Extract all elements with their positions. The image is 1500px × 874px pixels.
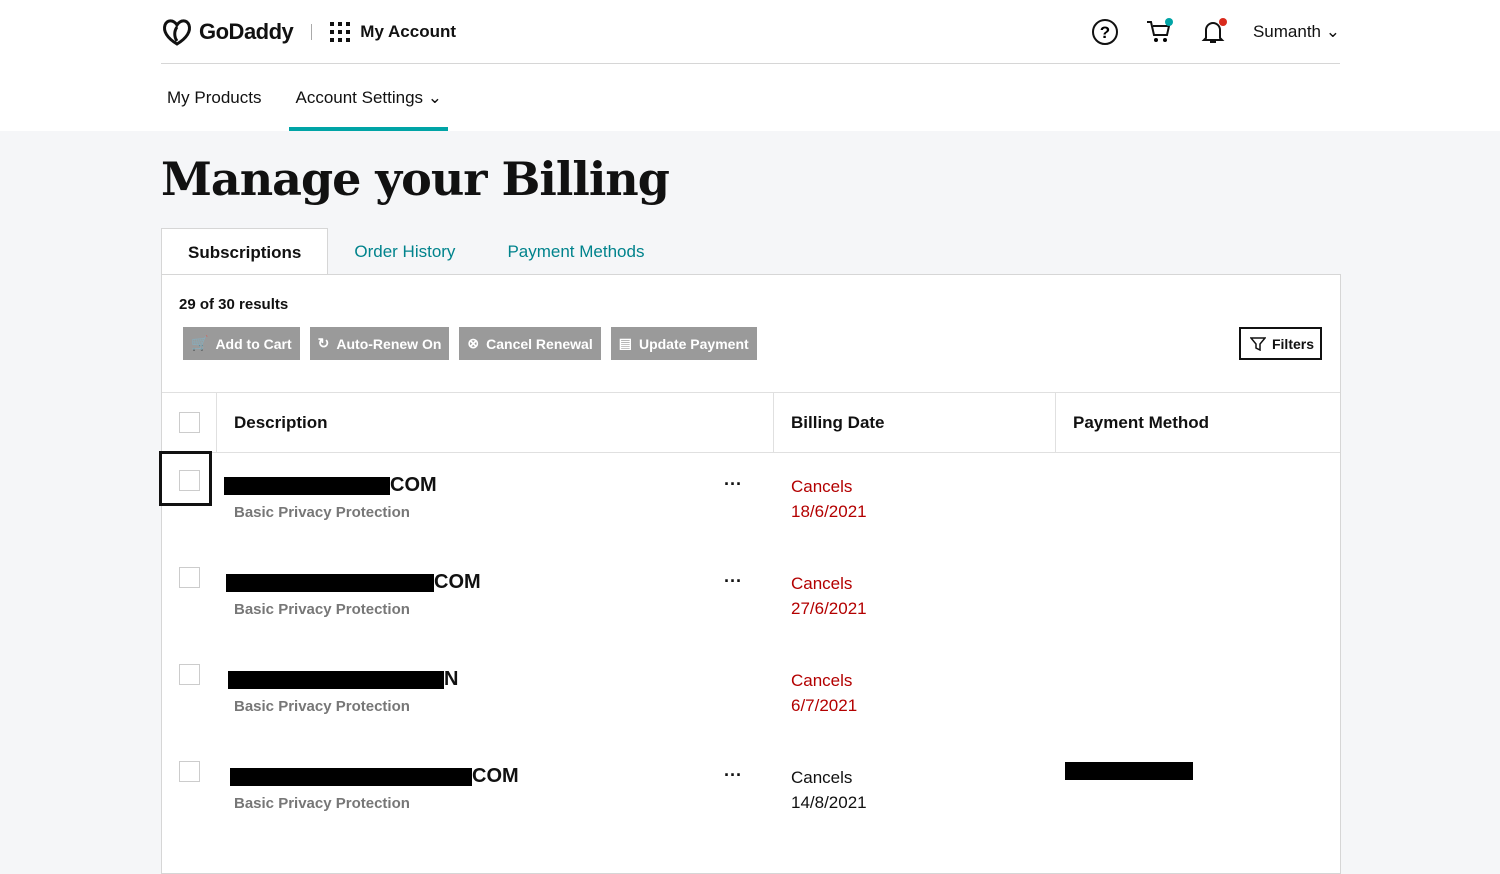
label: Update Payment xyxy=(638,335,749,352)
subscriptions-panel: 29 of 30 results 🛒 Add to Cart ↻ Auto-Rene… xyxy=(159,274,1341,874)
page-title: Manage your Billing xyxy=(161,152,670,206)
chevron-down-icon: ⌄ xyxy=(427,88,443,107)
table-header: Description Billing Date Payment Method xyxy=(162,392,1340,453)
auto-renew-button[interactable]: ↻ Auto-Renew On xyxy=(309,327,450,360)
domain-name: COM xyxy=(390,474,437,496)
top-bar: GoDaddy My Account ? Sumanth ⌄ My Produc… xyxy=(0,0,1500,131)
label: Cancel Renewal xyxy=(486,335,593,352)
label: Filters xyxy=(1271,335,1314,352)
redacted-payment-method xyxy=(1065,762,1193,780)
tab-order-history[interactable]: Order History xyxy=(328,228,481,275)
label: Auto-Renew On xyxy=(336,335,442,352)
status: Cancels xyxy=(791,671,853,690)
user-name: Sumanth xyxy=(1252,21,1322,41)
brand-name: GoDaddy xyxy=(199,18,294,44)
tab-payment-methods[interactable]: Payment Methods xyxy=(481,228,670,275)
results-count: 29 of 30 results xyxy=(179,296,289,313)
domain-name: COM xyxy=(472,765,519,787)
card-icon: ▤ xyxy=(618,335,632,351)
notification-badge xyxy=(1218,17,1227,26)
status: Cancels xyxy=(791,574,853,593)
nav-my-products[interactable]: My Products xyxy=(161,64,267,131)
apps-grid-icon[interactable] xyxy=(330,21,351,42)
product-name: Basic Privacy Protection xyxy=(234,504,410,521)
godaddy-heart-icon xyxy=(163,18,191,46)
more-options-icon[interactable]: ··· xyxy=(724,765,742,786)
cart-icon: 🛒 xyxy=(191,335,209,351)
row-checkbox[interactable] xyxy=(179,761,200,782)
status: Cancels xyxy=(791,477,853,496)
domain-name: COM xyxy=(434,571,481,593)
col-description[interactable]: Description xyxy=(217,393,774,452)
table-row: COM Basic Privacy Protection ··· Cancels… xyxy=(159,451,1340,551)
row-checkbox[interactable] xyxy=(179,567,200,588)
help-icon[interactable]: ? xyxy=(1091,18,1119,46)
divider xyxy=(311,23,313,40)
cancel-renewal-button[interactable]: ⊗ Cancel Renewal xyxy=(459,327,601,360)
update-payment-button[interactable]: ▤ Update Payment xyxy=(610,327,757,360)
col-billing-date[interactable]: Billing Date xyxy=(774,393,1056,452)
cancel-circle-icon: ⊗ xyxy=(467,335,480,351)
select-all-checkbox[interactable] xyxy=(178,412,200,433)
tab-subscriptions[interactable]: Subscriptions xyxy=(161,228,329,275)
godaddy-logo[interactable]: GoDaddy xyxy=(161,17,294,47)
chevron-down-icon: ⌄ xyxy=(1325,21,1340,41)
cart-badge xyxy=(1164,17,1173,26)
bell-icon[interactable] xyxy=(1199,17,1227,46)
billing-date: 6/7/2021 xyxy=(791,696,858,715)
add-to-cart-button[interactable]: 🛒 Add to Cart xyxy=(183,327,300,360)
product-name: Basic Privacy Protection xyxy=(234,698,410,715)
status: Cancels xyxy=(791,768,853,787)
product-name: Basic Privacy Protection xyxy=(234,601,410,618)
label: Add to Cart xyxy=(215,335,292,352)
domain-name: N xyxy=(444,668,459,690)
row-checkbox[interactable] xyxy=(179,664,200,685)
app-title: My Account xyxy=(360,21,457,41)
col-payment-method[interactable]: Payment Method xyxy=(1056,393,1209,452)
billing-tabs: Subscriptions Order History Payment Meth… xyxy=(161,228,670,275)
user-menu[interactable]: Sumanth ⌄ xyxy=(1253,22,1340,42)
billing-date: 14/8/2021 xyxy=(791,793,867,812)
table-row: COM Basic Privacy Protection ··· Cancels… xyxy=(162,551,1340,648)
svg-text:?: ? xyxy=(1100,23,1110,42)
row-checkbox[interactable] xyxy=(179,470,200,491)
nav-label: Account Settings xyxy=(295,88,424,107)
product-name: Basic Privacy Protection xyxy=(234,795,410,812)
billing-date: 27/6/2021 xyxy=(791,599,867,618)
nav-account-settings[interactable]: Account Settings ⌄ xyxy=(289,64,449,131)
table-row: COM Basic Privacy Protection ··· Cancels… xyxy=(162,745,1340,842)
table-row: N Basic Privacy Protection Cancels 6/7/20… xyxy=(162,648,1340,745)
filter-icon xyxy=(1249,336,1266,351)
more-options-icon[interactable]: ··· xyxy=(724,571,742,592)
header: GoDaddy My Account ? Sumanth ⌄ xyxy=(161,0,1340,64)
refresh-icon: ↻ xyxy=(317,335,330,351)
cart-icon[interactable] xyxy=(1145,17,1173,46)
more-options-icon[interactable]: ··· xyxy=(724,474,742,495)
filters-button[interactable]: Filters xyxy=(1238,327,1322,360)
billing-date: 18/6/2021 xyxy=(791,502,867,521)
main-nav: My Products Account Settings ⌄ xyxy=(161,64,470,131)
